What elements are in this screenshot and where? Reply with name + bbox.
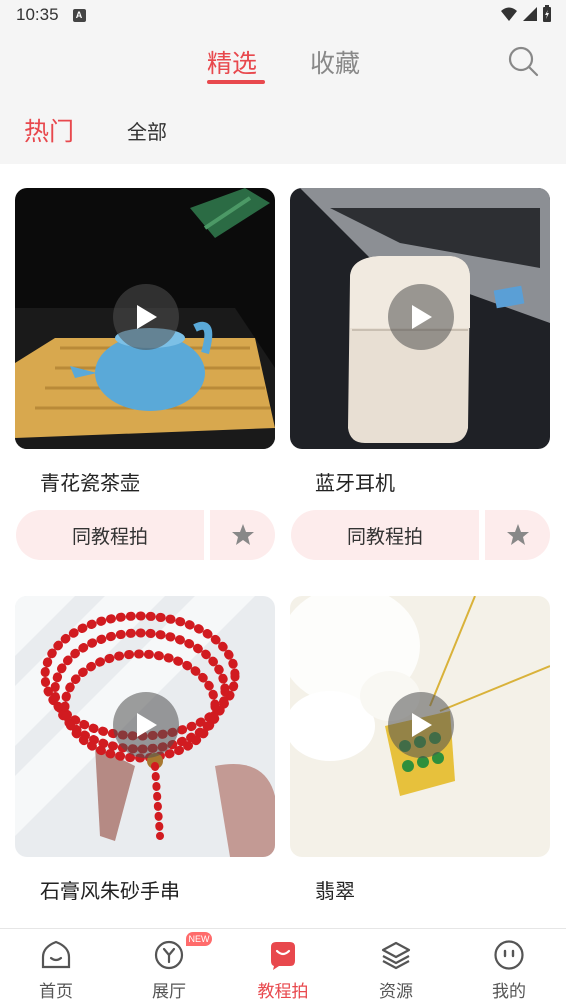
card-title: 石膏风朱砂手串 <box>40 879 180 903</box>
layers-icon <box>381 941 411 970</box>
card-thumbnail[interactable] <box>15 596 275 857</box>
nav-home[interactable]: 首页 <box>1 929 111 1008</box>
play-button[interactable] <box>388 284 454 350</box>
play-button[interactable] <box>113 284 179 350</box>
bottom-nav: 首页 展厅 教程拍 资源 我的 <box>0 928 566 1008</box>
nav-tutorial[interactable]: 教程拍 <box>228 929 338 1008</box>
card-title: 蓝牙耳机 <box>315 471 395 495</box>
star-icon <box>506 524 529 545</box>
play-icon <box>412 713 432 737</box>
category-tab-bar: 热门 全部 <box>0 94 566 164</box>
home-icon <box>41 940 71 969</box>
search-icon[interactable] <box>507 45 539 77</box>
card-title: 青花瓷茶壶 <box>40 471 140 495</box>
nav-tutorial-label: 教程拍 <box>257 982 309 1002</box>
active-tab-indicator <box>207 80 265 84</box>
top-tab-bar: 精选 收藏 <box>0 30 566 94</box>
follow-tutorial-button[interactable]: 同教程拍 <box>16 510 204 560</box>
nav-gallery-label: 展厅 <box>152 982 186 1002</box>
signal-icon <box>523 7 537 21</box>
nav-resources-label: 资源 <box>379 982 413 1002</box>
notification-icon: A <box>72 8 86 22</box>
tab-favorites[interactable]: 收藏 <box>310 44 360 80</box>
favorite-button[interactable] <box>210 510 275 560</box>
follow-tutorial-button[interactable]: 同教程拍 <box>291 510 479 560</box>
wifi-icon <box>501 7 517 21</box>
play-icon <box>137 305 157 329</box>
tab-featured[interactable]: 精选 <box>207 44 257 80</box>
play-icon <box>412 305 432 329</box>
status-time: 10:35 <box>16 5 59 24</box>
subtab-hot[interactable]: 热门 <box>24 112 74 148</box>
nav-mine[interactable]: 我的 <box>454 929 564 1008</box>
star-icon <box>231 524 254 545</box>
gallery-icon <box>154 940 184 970</box>
nav-resources[interactable]: 资源 <box>341 929 451 1008</box>
play-button[interactable] <box>388 692 454 758</box>
favorite-button[interactable] <box>485 510 550 560</box>
nav-home-label: 首页 <box>39 982 73 1002</box>
card-thumbnail[interactable] <box>15 188 275 449</box>
status-bar: 10:35 A <box>0 0 566 30</box>
card-thumbnail[interactable] <box>290 188 550 449</box>
battery-icon <box>543 5 551 22</box>
heart-chat-icon <box>271 942 295 970</box>
status-icons <box>500 5 552 23</box>
new-badge: NEW <box>186 932 212 946</box>
subtab-all[interactable]: 全部 <box>127 116 167 145</box>
card-thumbnail[interactable] <box>290 596 550 857</box>
play-button[interactable] <box>113 692 179 758</box>
card-title: 翡翠 <box>315 879 355 903</box>
nav-mine-label: 我的 <box>492 982 526 1002</box>
play-icon <box>137 713 157 737</box>
profile-icon <box>494 940 524 970</box>
